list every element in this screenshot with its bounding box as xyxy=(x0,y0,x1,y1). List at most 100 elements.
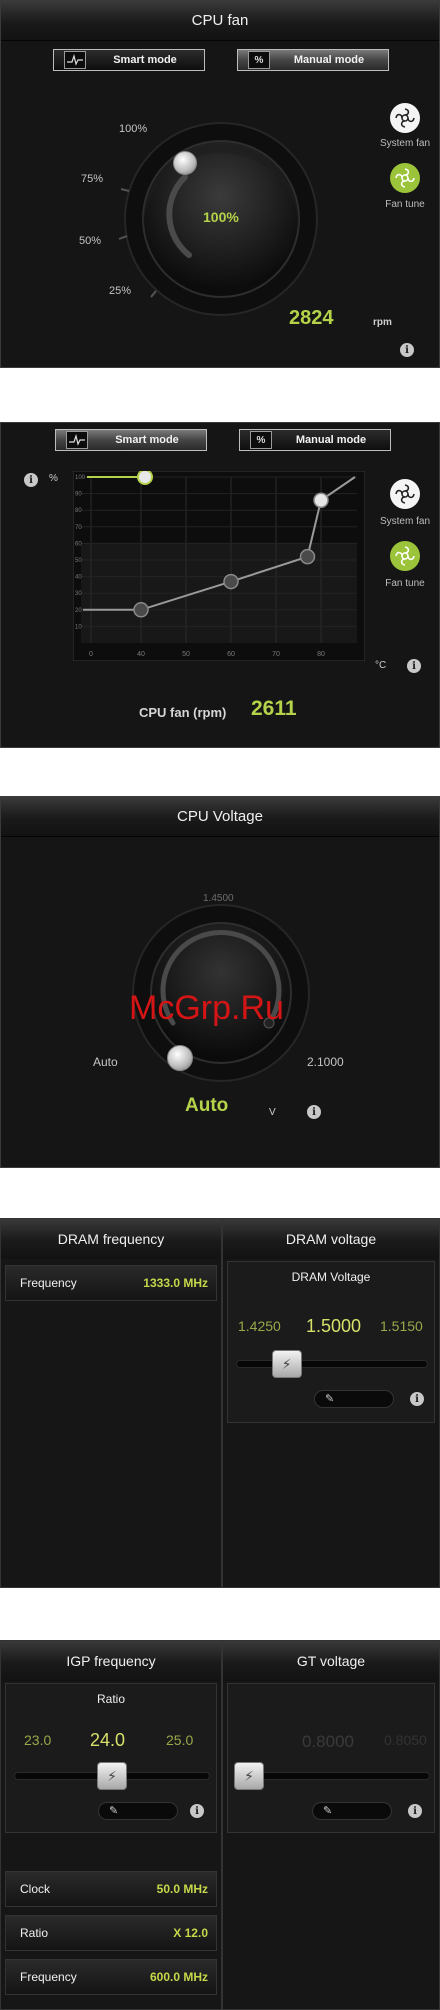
system-fan-button[interactable] xyxy=(390,103,420,133)
frequency-label: Frequency xyxy=(20,1970,77,1984)
fan-icon xyxy=(395,484,415,504)
voltage-unit: V xyxy=(269,1107,276,1118)
info-icon[interactable]: i xyxy=(410,1392,424,1406)
fan-tune-icon xyxy=(395,168,415,188)
clock-value: 50.0 MHz xyxy=(156,1882,208,1896)
fan-tune-button[interactable] xyxy=(390,163,420,193)
voltage-slider-track[interactable] xyxy=(236,1360,428,1368)
y-tick-label: 10 xyxy=(75,624,82,630)
manual-input-box[interactable]: ✎ xyxy=(312,1802,392,1820)
info-icon-right[interactable]: i xyxy=(407,659,421,673)
panel-title: IGP frequency xyxy=(1,1641,221,1681)
panel-title: CPU Voltage xyxy=(1,797,439,837)
curve-point xyxy=(133,602,149,618)
fan-tune-icon xyxy=(395,546,415,566)
panel-title: DRAM voltage xyxy=(223,1219,439,1259)
smart-mode-label: Smart mode xyxy=(113,54,177,66)
manual-input-box[interactable]: ✎ xyxy=(314,1390,394,1408)
info-icon-left[interactable]: i xyxy=(24,473,38,487)
percent-icon: % xyxy=(248,51,270,69)
fan-tune-button[interactable] xyxy=(390,541,420,571)
ratio-label: Ratio xyxy=(20,1926,49,1940)
info-icon[interactable]: i xyxy=(190,1804,204,1818)
gt-next-value: 0.8050 xyxy=(384,1732,427,1748)
panel-title: DRAM frequency xyxy=(1,1219,221,1259)
cpu-fan-smart-panel: Smart mode % Manual mode i % 0 40 50 60 70 80… xyxy=(0,422,440,748)
voltage-value: Auto xyxy=(185,1095,229,1116)
gt-voltage-title: GT voltage xyxy=(296,1653,366,1669)
curve-point xyxy=(223,573,239,590)
frequency-row[interactable]: Frequency 600.0 MHz xyxy=(5,1959,217,1995)
gt-current-value: 0.8000 xyxy=(302,1732,354,1751)
lightning-icon: ⚡ xyxy=(244,1767,254,1784)
y-tick-label: 80 xyxy=(75,508,82,514)
fan-curve-chart[interactable]: 0 40 50 60 70 80 100 90 80 70 60 50 40 30 20 10 xyxy=(73,471,365,661)
y-tick-label: 100 xyxy=(75,475,86,481)
pen-icon: ✎ xyxy=(325,1393,335,1405)
manual-mode-button[interactable]: % Manual mode xyxy=(237,49,389,71)
rpm-label: CPU fan (rpm) xyxy=(139,705,227,720)
dial-label-75: 75% xyxy=(81,173,104,185)
ratio-row[interactable]: Ratio X 12.0 xyxy=(5,1915,217,1951)
voltage-prev-value: 1.4250 xyxy=(238,1318,281,1334)
cpu-fan-manual-panel: CPU fan Smart mode % Manual mode 100% 75… xyxy=(0,0,440,368)
pen-icon: ✎ xyxy=(109,1805,119,1817)
y-tick-label: 60 xyxy=(75,541,82,547)
voltage-control: DRAM Voltage 1.4250 1.5000 1.5150 ⚡ ✎ i xyxy=(227,1261,435,1423)
smart-mode-button[interactable]: Smart mode xyxy=(53,49,205,71)
y-tick-label: 20 xyxy=(75,608,82,614)
x-tick-label: 80 xyxy=(317,651,325,658)
ratio-value: X 12.0 xyxy=(173,1926,208,1940)
rpm-value: 2611 xyxy=(251,697,297,720)
info-icon[interactable]: i xyxy=(400,343,414,357)
voltage-current-value: 1.5000 xyxy=(306,1316,362,1336)
info-icon[interactable]: i xyxy=(307,1105,321,1119)
lightning-icon: ⚡ xyxy=(107,1767,117,1784)
dial-min-label: Auto xyxy=(93,1055,118,1069)
fan-tune-label: Fan tune xyxy=(385,578,425,589)
percent-axis-label: % xyxy=(49,473,58,484)
manual-mode-label: Manual mode xyxy=(293,54,365,66)
rpm-value: 2824 xyxy=(289,307,334,329)
cpu-voltage-title: CPU Voltage xyxy=(177,808,263,825)
curve-point xyxy=(313,492,329,508)
frequency-row[interactable]: Frequency 1333.0 MHz xyxy=(5,1265,217,1301)
pen-icon: ✎ xyxy=(323,1805,333,1817)
gt-voltage-control: 0.8000 0.8050 ⚡ ✎ i xyxy=(227,1683,435,1833)
info-icon[interactable]: i xyxy=(408,1804,422,1818)
panel-title: CPU fan xyxy=(1,1,439,41)
smart-mode-icon xyxy=(66,431,88,449)
smart-mode-button[interactable]: Smart mode xyxy=(55,429,207,451)
system-fan-label: System fan xyxy=(379,516,431,527)
dram-frequency-title: DRAM frequency xyxy=(57,1231,165,1247)
gt-slider-thumb[interactable]: ⚡ xyxy=(234,1762,264,1790)
gt-voltage-panel: GT voltage 0.8000 0.8050 ⚡ ✎ i xyxy=(222,1640,440,2010)
x-tick-label: 70 xyxy=(272,651,280,658)
dram-frequency-panel: DRAM frequency Frequency 1333.0 MHz xyxy=(0,1218,222,1588)
x-tick-label: 0 xyxy=(89,651,93,658)
percent-icon: % xyxy=(250,431,272,449)
system-fan-button[interactable] xyxy=(390,479,420,509)
max-level-handle xyxy=(137,471,153,485)
clock-row[interactable]: Clock 50.0 MHz xyxy=(5,1871,217,1907)
ratio-current-value: 24.0 xyxy=(90,1730,126,1750)
lightning-icon: ⚡ xyxy=(281,1355,292,1372)
ratio-slider-thumb[interactable]: ⚡ xyxy=(97,1762,127,1790)
voltage-slider-thumb[interactable]: ⚡ xyxy=(271,1350,302,1378)
manual-input-box[interactable]: ✎ xyxy=(98,1802,178,1820)
dial-knob[interactable] xyxy=(173,151,197,175)
ratio-subtitle: Ratio xyxy=(96,1692,125,1706)
y-tick-label: 30 xyxy=(75,591,82,597)
dial-knob[interactable] xyxy=(167,1045,193,1071)
y-tick-label: 90 xyxy=(75,492,82,498)
dial-value: 100% xyxy=(203,209,239,225)
x-tick-label: 40 xyxy=(137,651,145,658)
voltage-subtitle: DRAM Voltage xyxy=(291,1270,371,1284)
dram-voltage-panel: DRAM voltage DRAM Voltage 1.4250 1.5000 … xyxy=(222,1218,440,1588)
manual-mode-button[interactable]: % Manual mode xyxy=(239,429,391,451)
y-tick-label: 40 xyxy=(75,575,82,581)
frequency-value: 600.0 MHz xyxy=(149,1970,208,1984)
dial-label-50: 50% xyxy=(79,235,102,247)
y-tick-label: 70 xyxy=(75,525,82,531)
frequency-value: 1333.0 MHz xyxy=(143,1276,208,1290)
